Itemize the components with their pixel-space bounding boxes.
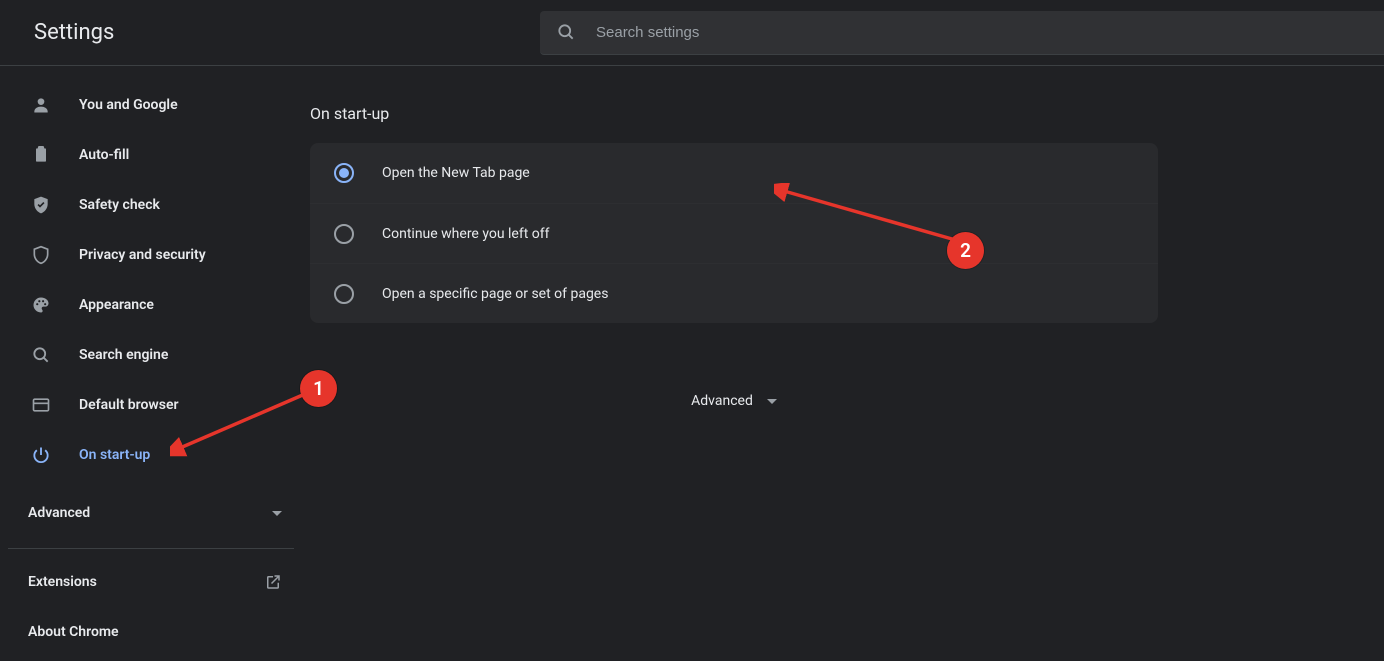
sidebar-item-privacy[interactable]: Privacy and security <box>0 230 310 280</box>
chevron-down-icon <box>272 511 282 516</box>
clipboard-icon <box>31 145 51 165</box>
palette-icon <box>31 295 51 315</box>
sidebar-item-label: Search engine <box>79 347 168 363</box>
sidebar-item-on-startup[interactable]: On start-up <box>0 430 310 480</box>
radio-label: Continue where you left off <box>382 226 550 242</box>
sidebar-item-label: Default browser <box>79 397 179 413</box>
power-icon <box>31 445 51 465</box>
magnifier-icon <box>31 345 51 365</box>
section-title: On start-up <box>310 104 1384 123</box>
radio-label: Open a specific page or set of pages <box>382 286 608 302</box>
radio-icon <box>334 224 354 244</box>
sidebar: You and Google Auto-fill Safety check Pr… <box>0 66 310 661</box>
advanced-label: Advanced <box>691 393 753 409</box>
startup-options-card: Open the New Tab page Continue where you… <box>310 143 1158 323</box>
search-input[interactable] <box>596 24 1368 41</box>
about-label: About Chrome <box>28 624 119 640</box>
radio-open-new-tab[interactable]: Open the New Tab page <box>310 143 1158 203</box>
sidebar-item-label: Appearance <box>79 297 154 313</box>
radio-specific-pages[interactable]: Open a specific page or set of pages <box>310 263 1158 323</box>
shield-check-icon <box>31 195 51 215</box>
main-content: On start-up Open the New Tab page Contin… <box>310 66 1384 661</box>
radio-icon <box>334 284 354 304</box>
search-bar[interactable] <box>540 11 1384 55</box>
annotation-badge-2: 2 <box>947 232 984 269</box>
external-link-icon <box>264 573 282 591</box>
sidebar-item-label: On start-up <box>79 447 150 463</box>
sidebar-item-label: Safety check <box>79 197 160 213</box>
sidebar-item-label: Auto-fill <box>79 147 129 163</box>
sidebar-item-appearance[interactable]: Appearance <box>0 280 310 330</box>
browser-icon <box>31 395 51 415</box>
sidebar-item-extensions[interactable]: Extensions <box>0 557 310 607</box>
radio-continue[interactable]: Continue where you left off <box>310 203 1158 263</box>
search-icon <box>556 22 576 42</box>
sidebar-item-label: Privacy and security <box>79 247 206 263</box>
sidebar-advanced-toggle[interactable]: Advanced <box>0 490 310 536</box>
sidebar-item-search-engine[interactable]: Search engine <box>0 330 310 380</box>
shield-icon <box>31 245 51 265</box>
sidebar-item-auto-fill[interactable]: Auto-fill <box>0 130 310 180</box>
main-advanced-toggle[interactable]: Advanced <box>310 393 1158 409</box>
radio-icon <box>334 163 354 183</box>
advanced-label: Advanced <box>28 505 90 521</box>
sidebar-item-safety-check[interactable]: Safety check <box>0 180 310 230</box>
sidebar-item-about[interactable]: About Chrome <box>0 607 310 657</box>
sidebar-divider <box>8 548 294 549</box>
extensions-label: Extensions <box>28 574 97 590</box>
annotation-badge-1: 1 <box>300 370 337 407</box>
radio-label: Open the New Tab page <box>382 165 530 181</box>
person-icon <box>31 95 51 115</box>
app-header: Settings <box>0 0 1384 66</box>
sidebar-item-you-and-google[interactable]: You and Google <box>0 80 310 130</box>
sidebar-item-default-browser[interactable]: Default browser <box>0 380 310 430</box>
app-title: Settings <box>0 20 540 45</box>
sidebar-item-label: You and Google <box>79 97 178 113</box>
chevron-down-icon <box>767 399 777 404</box>
